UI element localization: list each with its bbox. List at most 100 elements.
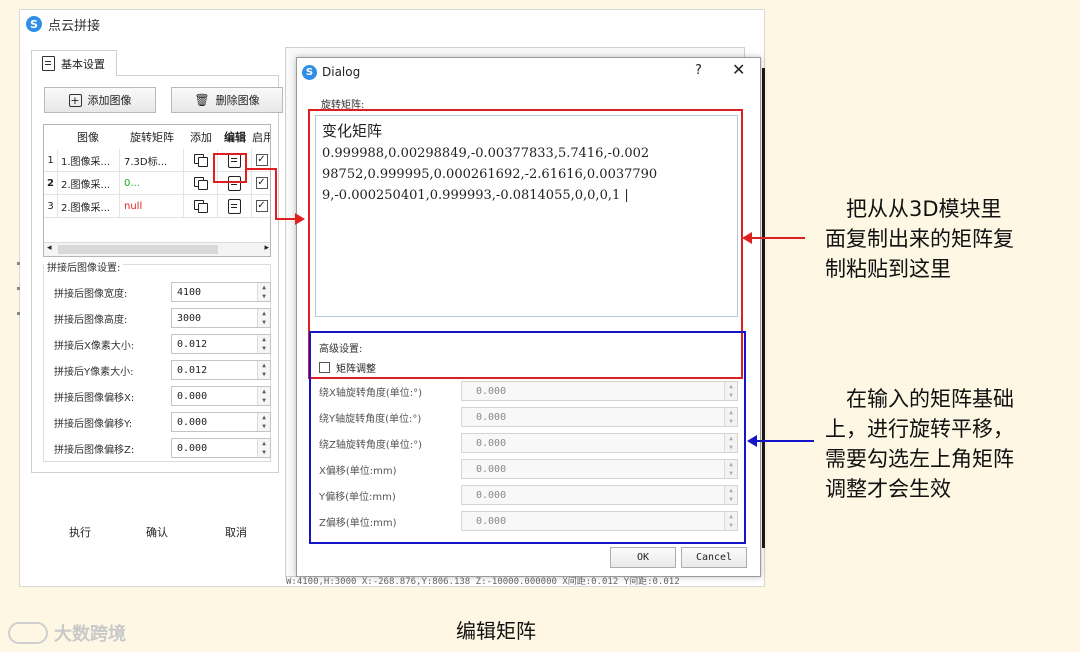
offset-z-mm-label: Z偏移(单位:mm) [319,517,397,529]
basic-settings-panel: + 添加图像 🗑 删除图像 图像 旋转矩阵 添加 编辑 启用 1 1.图像采..… [31,75,283,473]
ok-button[interactable]: OK [610,547,676,568]
rot-z-spinbox[interactable]: 0.000 ▲ ▼ [461,433,738,453]
matrix-lines: 0.999988,0.00298849,-0.00377833,5.7416,-… [322,143,731,206]
matrix-textarea[interactable]: 变化矩阵 0.999988,0.00298849,-0.00377833,5.7… [315,115,738,317]
note-line: 面复制出来的矩阵复 [825,227,1014,251]
add-image-button[interactable]: + 添加图像 [44,87,156,113]
matrix-title: 变化矩阵 [322,122,383,140]
tab-basic-settings[interactable]: 基本设置 [31,50,117,76]
offset-y-label: 拼接后图像偏移Y: [54,418,133,430]
spin-arrows-icon[interactable]: ▲ ▼ [257,361,270,379]
scroll-right-icon[interactable]: ▸ [264,243,269,253]
row-image: 2.图像采... [58,195,120,218]
spin-arrows-icon[interactable]: ▲ ▼ [257,283,270,301]
offset-x-label: 拼接后图像偏移X: [54,392,135,404]
copy-icon[interactable] [193,200,208,213]
offset-z-value: 0.000 [177,442,208,454]
red-connector-line [277,218,297,220]
x-pixel-size-spinbox[interactable]: 0.012 ▲ ▼ [171,334,271,354]
offset-y-mm-value: 0.000 [476,489,507,501]
delete-image-button[interactable]: 🗑 删除图像 [171,87,283,113]
plus-icon: + [68,93,82,107]
horizontal-scrollbar[interactable]: ◂ ▸ [44,242,270,256]
note-line: 把从从3D模块里 [825,197,1002,221]
header-image: 图像 [77,131,99,144]
spin-arrows-icon[interactable]: ▲ ▼ [257,335,270,353]
height-label: 拼接后图像高度: [54,314,128,326]
dialog-title: Dialog [322,65,361,79]
spin-arrows-icon[interactable]: ▲ ▼ [257,309,270,327]
watermark-logo-icon [8,622,48,644]
spin-arrows-icon[interactable]: ▲ ▼ [257,413,270,431]
titlebar: S 点云拼接 [20,10,764,38]
image-table: 图像 旋转矩阵 添加 编辑 启用 1 1.图像采... 7.3D标... ✓ 2… [43,124,271,257]
app-title: 点云拼接 [48,18,101,34]
matrix-dialog: S Dialog ? ✕ 旋转矩阵: 变化矩阵 0.999988,0.00298… [296,57,761,577]
offset-x-spinbox[interactable]: 0.000 ▲ ▼ [171,386,271,406]
y-pixel-size-value: 0.012 [177,364,208,376]
dialog-logo-icon: S [302,64,317,80]
row-number: 1 [44,149,58,172]
offset-y-spinbox[interactable]: 0.000 ▲ ▼ [171,412,271,432]
x-pixel-size-value: 0.012 [177,338,208,350]
spin-arrows-icon[interactable]: ▲ ▼ [724,512,737,530]
edit-cell-highlight [213,153,247,183]
help-button[interactable]: ? [695,63,702,78]
table-row[interactable]: 3 2.图像采... null ✓ [44,195,270,218]
matrix-line: 0.999988,0.00298849,-0.00377833,5.7416,-… [322,146,650,161]
matrix-adjust-checkbox[interactable] [319,362,330,373]
rot-x-spinbox[interactable]: 0.000 ▲ ▼ [461,381,738,401]
dialog-titlebar: S Dialog [297,58,760,86]
red-arrow-head [295,213,305,225]
header-add: 添加 [190,131,212,144]
copy-icon[interactable] [193,177,208,190]
note-line: 需要勾选左上角矩阵 [825,447,1014,471]
delete-image-label: 删除图像 [215,94,260,107]
execute-button[interactable]: 执行 [69,524,91,540]
confirm-button[interactable]: 确认 [146,524,168,540]
edit-icon[interactable] [228,198,241,214]
window-edge-marks [17,262,20,322]
offset-y-value: 0.000 [177,416,208,428]
rot-y-spinbox[interactable]: 0.000 ▲ ▼ [461,407,738,427]
note-line: 制粘贴到这里 [825,257,951,281]
rot-z-label: 绕Z轴旋转角度(单位:°) [319,439,423,451]
offset-x-value: 0.000 [177,390,208,402]
close-icon[interactable]: ✕ [732,60,745,79]
cancel-button[interactable]: 取消 [225,524,247,540]
enable-checkbox[interactable]: ✓ [255,154,268,166]
matrix-adjust-row[interactable]: 矩阵调整 [319,360,376,375]
rot-x-label: 绕X轴旋转角度(单位:°) [319,387,423,399]
red-arrow-line [750,237,805,239]
row-matrix: null [120,195,184,218]
width-spinbox[interactable]: 4100 ▲ ▼ [171,282,271,302]
height-spinbox[interactable]: 3000 ▲ ▼ [171,308,271,328]
offset-y-mm-spinbox[interactable]: 0.000 ▲ ▼ [461,485,738,505]
spin-arrows-icon[interactable]: ▲ ▼ [724,486,737,504]
blue-arrow-line [756,440,814,442]
scroll-left-icon[interactable]: ◂ [47,243,52,253]
spin-arrows-icon[interactable]: ▲ ▼ [257,439,270,457]
spin-arrows-icon[interactable]: ▲ ▼ [724,434,737,452]
height-value: 3000 [177,312,202,324]
offset-x-mm-spinbox[interactable]: 0.000 ▲ ▼ [461,459,738,479]
copy-icon[interactable] [193,154,208,167]
figure-caption: 编辑矩阵 [456,619,536,643]
offset-z-spinbox[interactable]: 0.000 ▲ ▼ [171,438,271,458]
spin-arrows-icon[interactable]: ▲ ▼ [724,382,737,400]
offset-x-mm-value: 0.000 [476,463,507,475]
scroll-thumb[interactable] [58,245,218,254]
row-image: 2.图像采... [58,172,120,195]
adjust-matrix-note: 在输入的矩阵基础 上，进行旋转平移， 需要勾选左上角矩阵 调整才会生效 [825,384,1073,504]
width-label: 拼接后图像宽度: [54,288,128,300]
offset-z-mm-spinbox[interactable]: 0.000 ▲ ▼ [461,511,738,531]
spin-arrows-icon[interactable]: ▲ ▼ [724,460,737,478]
spin-arrows-icon[interactable]: ▲ ▼ [257,387,270,405]
paste-matrix-note: 把从从3D模块里 面复制出来的矩阵复 制粘贴到这里 [825,194,1065,284]
row-matrix: 7.3D标... [120,149,184,172]
document-icon [42,56,55,71]
matrix-line: 9,-0.000250401,0.999993,-0.0814055,0,0,0… [322,188,629,203]
y-pixel-size-spinbox[interactable]: 0.012 ▲ ▼ [171,360,271,380]
dialog-cancel-button[interactable]: Cancel [681,547,747,568]
spin-arrows-icon[interactable]: ▲ ▼ [724,408,737,426]
